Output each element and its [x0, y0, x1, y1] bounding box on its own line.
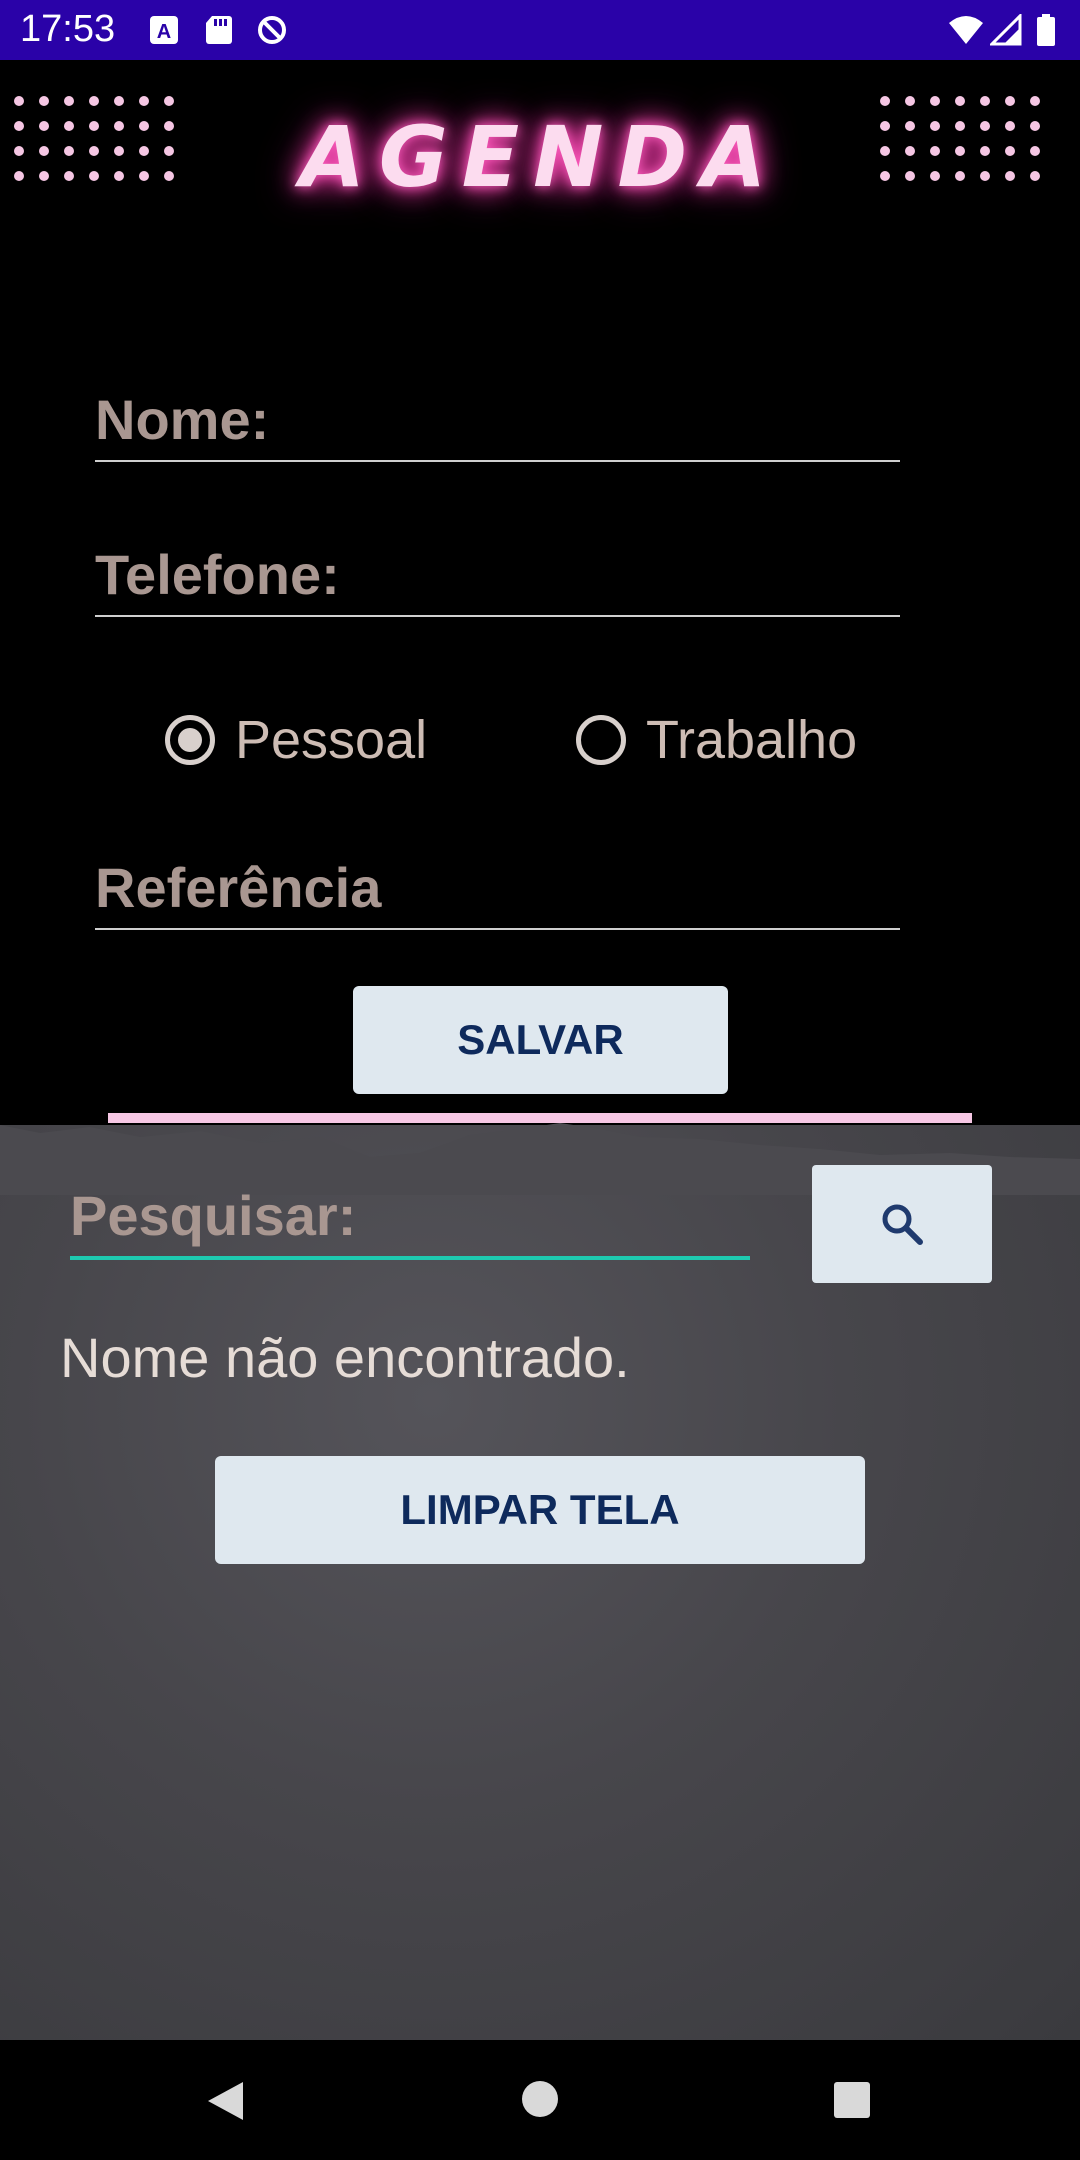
battery-icon — [1037, 14, 1055, 46]
radio-pessoal[interactable]: Pessoal — [165, 705, 427, 775]
app-title: AGENDA — [299, 108, 781, 206]
data-saver-icon — [258, 16, 286, 44]
sd-card-icon — [206, 16, 232, 44]
clear-screen-button[interactable]: LIMPAR TELA — [215, 1456, 865, 1564]
home-icon[interactable] — [521, 2080, 559, 2118]
radio-unchecked-icon[interactable] — [576, 715, 626, 765]
decorative-dot — [1005, 96, 1015, 106]
radio-trabalho[interactable]: Trabalho — [576, 705, 857, 775]
name-field[interactable] — [95, 382, 900, 462]
cellular-signal-icon — [990, 14, 1022, 46]
phone-input[interactable] — [95, 539, 900, 609]
decorative-dot — [14, 96, 24, 106]
decorative-dot — [880, 96, 890, 106]
back-icon[interactable] — [205, 2080, 245, 2122]
decorative-dot — [39, 96, 49, 106]
decorative-dot — [114, 96, 124, 106]
decorative-dot — [905, 96, 915, 106]
decorative-dot — [64, 96, 74, 106]
search-input[interactable] — [70, 1180, 750, 1250]
reference-input[interactable] — [95, 852, 900, 922]
navigation-bar — [0, 2040, 1080, 2160]
phone-field[interactable] — [95, 537, 900, 617]
decorative-dot — [955, 96, 965, 106]
decorative-dot — [930, 96, 940, 106]
decorative-dot — [139, 96, 149, 106]
search-field[interactable] — [70, 1175, 750, 1260]
radio-pessoal-label: Pessoal — [235, 710, 428, 770]
search-icon — [882, 1204, 923, 1245]
search-button[interactable] — [812, 1165, 992, 1283]
save-button[interactable]: SALVAR — [353, 986, 728, 1094]
divider-line — [108, 1113, 972, 1123]
status-time: 17:53 — [20, 8, 116, 50]
decorative-dot — [980, 96, 990, 106]
wifi-icon — [949, 16, 983, 44]
radio-trabalho-label: Trabalho — [646, 710, 858, 770]
status-bar: 17:53 A — [0, 0, 1080, 60]
svg-text:A: A — [157, 21, 171, 43]
search-result-message: Nome não encontrado. — [60, 1326, 630, 1389]
name-input[interactable] — [95, 384, 900, 454]
radio-checked-icon[interactable] — [165, 715, 215, 765]
decorative-dot — [1030, 96, 1040, 106]
decorative-dot — [89, 96, 99, 106]
font-download-icon: A — [150, 16, 178, 44]
recents-icon[interactable] — [834, 2082, 870, 2118]
header: AGENDA — [0, 60, 1080, 240]
decorative-dot — [164, 96, 174, 106]
reference-field[interactable] — [95, 850, 900, 930]
